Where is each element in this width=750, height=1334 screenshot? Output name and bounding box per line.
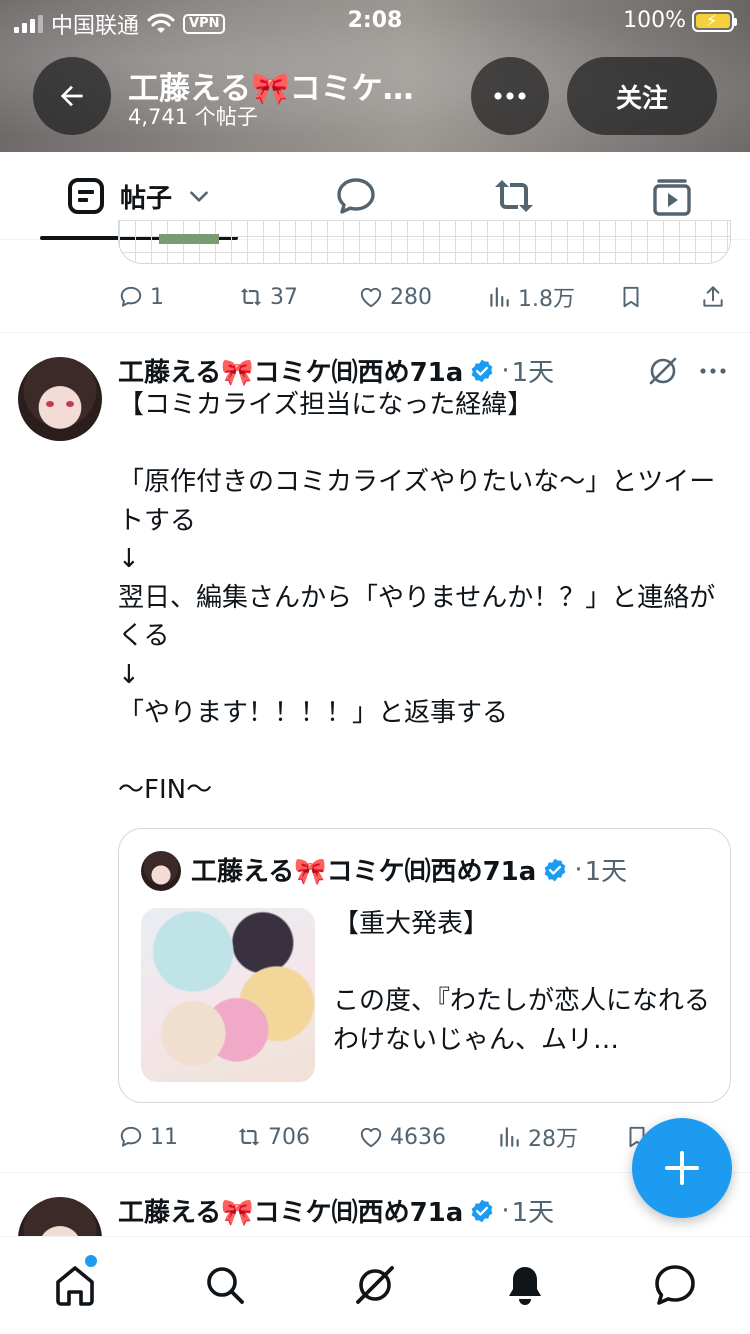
home-icon <box>56 1266 94 1306</box>
post-header: 工藤える🎀コミケ㈰西め71a · 1天 <box>118 352 554 389</box>
verified-badge-icon <box>472 1199 493 1222</box>
reply-count: 1 <box>150 284 164 310</box>
chevron-down-icon <box>190 191 208 202</box>
divider <box>0 332 750 333</box>
reply-button[interactable]: 11 <box>118 1124 178 1150</box>
video-play-icon <box>653 179 691 216</box>
quoted-avatar <box>141 851 181 891</box>
quoted-author-name: 工藤える🎀コミケ㈰西め71a <box>191 857 537 887</box>
repost-icon <box>240 288 262 306</box>
repost-count: 37 <box>270 284 298 310</box>
views-button[interactable]: 1.8万 <box>486 281 575 313</box>
compose-button[interactable] <box>632 1118 732 1218</box>
repost-icon <box>495 180 533 212</box>
back-button[interactable] <box>33 57 111 135</box>
reply-count: 11 <box>150 1124 178 1150</box>
author-name[interactable]: 工藤える🎀コミケ㈰西め71a <box>118 1192 463 1229</box>
post-time[interactable]: 1天 <box>512 352 555 389</box>
grok-icon <box>356 1266 394 1304</box>
more-options-icon[interactable] <box>696 354 730 388</box>
battery-icon: ⚡ <box>692 9 737 32</box>
like-button[interactable]: 4636 <box>358 1124 446 1150</box>
post-time[interactable]: 1天 <box>512 1192 555 1229</box>
heart-icon <box>360 287 382 308</box>
like-count: 280 <box>390 284 432 310</box>
battery-percent: 100% <box>623 8 686 33</box>
view-count: 28万 <box>528 1127 578 1152</box>
verified-badge-icon <box>545 858 566 881</box>
share-button[interactable] <box>700 284 726 310</box>
quoted-post-time: 1天 <box>584 857 628 887</box>
share-icon <box>703 286 723 307</box>
notification-dot <box>85 1255 97 1267</box>
repost-count: 706 <box>268 1124 310 1150</box>
views-button[interactable]: 28万 <box>496 1121 578 1153</box>
more-dots-icon <box>494 92 526 100</box>
avatar[interactable] <box>18 1197 102 1236</box>
nav-home[interactable] <box>51 1255 99 1309</box>
bookmark-icon <box>623 286 639 308</box>
reply-button[interactable]: 1 <box>118 284 164 310</box>
verified-badge-icon <box>472 359 493 382</box>
author-name[interactable]: 工藤える🎀コミケ㈰西め71a <box>118 352 463 389</box>
nav-search[interactable] <box>201 1261 249 1309</box>
quoted-post-image <box>141 908 315 1082</box>
status-bar: 中国联通 VPN 2:08 100% ⚡ <box>0 0 750 44</box>
arrow-left-icon <box>60 85 83 107</box>
more-button[interactable] <box>471 57 549 135</box>
post-text: 【コミカライズ担当になった経緯】 「原作付きのコミカライズやりたいな〜」とツイー… <box>118 390 716 805</box>
post-count: 4,741 个帖子 <box>128 105 258 129</box>
reply-icon <box>120 1126 142 1147</box>
speech-bubble-icon <box>337 178 375 214</box>
repost-button[interactable]: 706 <box>236 1124 310 1150</box>
quoted-post[interactable]: 工藤える🎀コミケ㈰西め71a · 1天 【重大発表】 この度、『わたしが恋人にな… <box>118 828 731 1103</box>
profile-header: 中国联通 VPN 2:08 100% ⚡ 工藤える🎀コミケ… 4,741 个帖子 <box>0 0 750 152</box>
nav-grok[interactable] <box>351 1261 399 1309</box>
quoted-post-text: 【重大発表】 この度、『わたしが恋人になれるわけないじゃん、ムリ… <box>333 909 711 1055</box>
prev-post-media[interactable] <box>118 220 731 264</box>
bar-chart-icon <box>500 1127 519 1147</box>
search-icon <box>207 1267 244 1304</box>
like-count: 4636 <box>390 1124 446 1150</box>
repost-button[interactable]: 37 <box>238 284 298 310</box>
quoted-header: 工藤える🎀コミケ㈰西め71a · 1天 <box>191 851 627 888</box>
tab-posts-label: 帖子 <box>119 183 172 214</box>
like-button[interactable]: 280 <box>358 284 432 310</box>
bar-chart-icon <box>490 287 509 307</box>
grok-icon[interactable] <box>646 354 680 388</box>
repost-icon <box>238 1128 260 1146</box>
follow-button[interactable]: 关注 <box>567 57 717 135</box>
nav-notifications[interactable] <box>501 1261 549 1309</box>
chat-bubble-icon <box>655 1265 695 1305</box>
posts-icon <box>67 178 104 214</box>
view-count: 1.8万 <box>518 287 575 312</box>
plus-icon <box>665 1151 699 1185</box>
post-header: 工藤える🎀コミケ㈰西め71a · 1天 <box>118 1192 554 1229</box>
heart-icon <box>360 1127 382 1148</box>
nav-messages[interactable] <box>651 1261 699 1309</box>
prev-post-actions: 1 37 280 1.8万 <box>118 277 730 317</box>
reply-icon <box>120 286 142 307</box>
bell-icon <box>509 1267 541 1305</box>
bottom-nav <box>0 1236 750 1334</box>
avatar[interactable] <box>18 357 102 441</box>
bookmark-button[interactable] <box>618 284 644 310</box>
